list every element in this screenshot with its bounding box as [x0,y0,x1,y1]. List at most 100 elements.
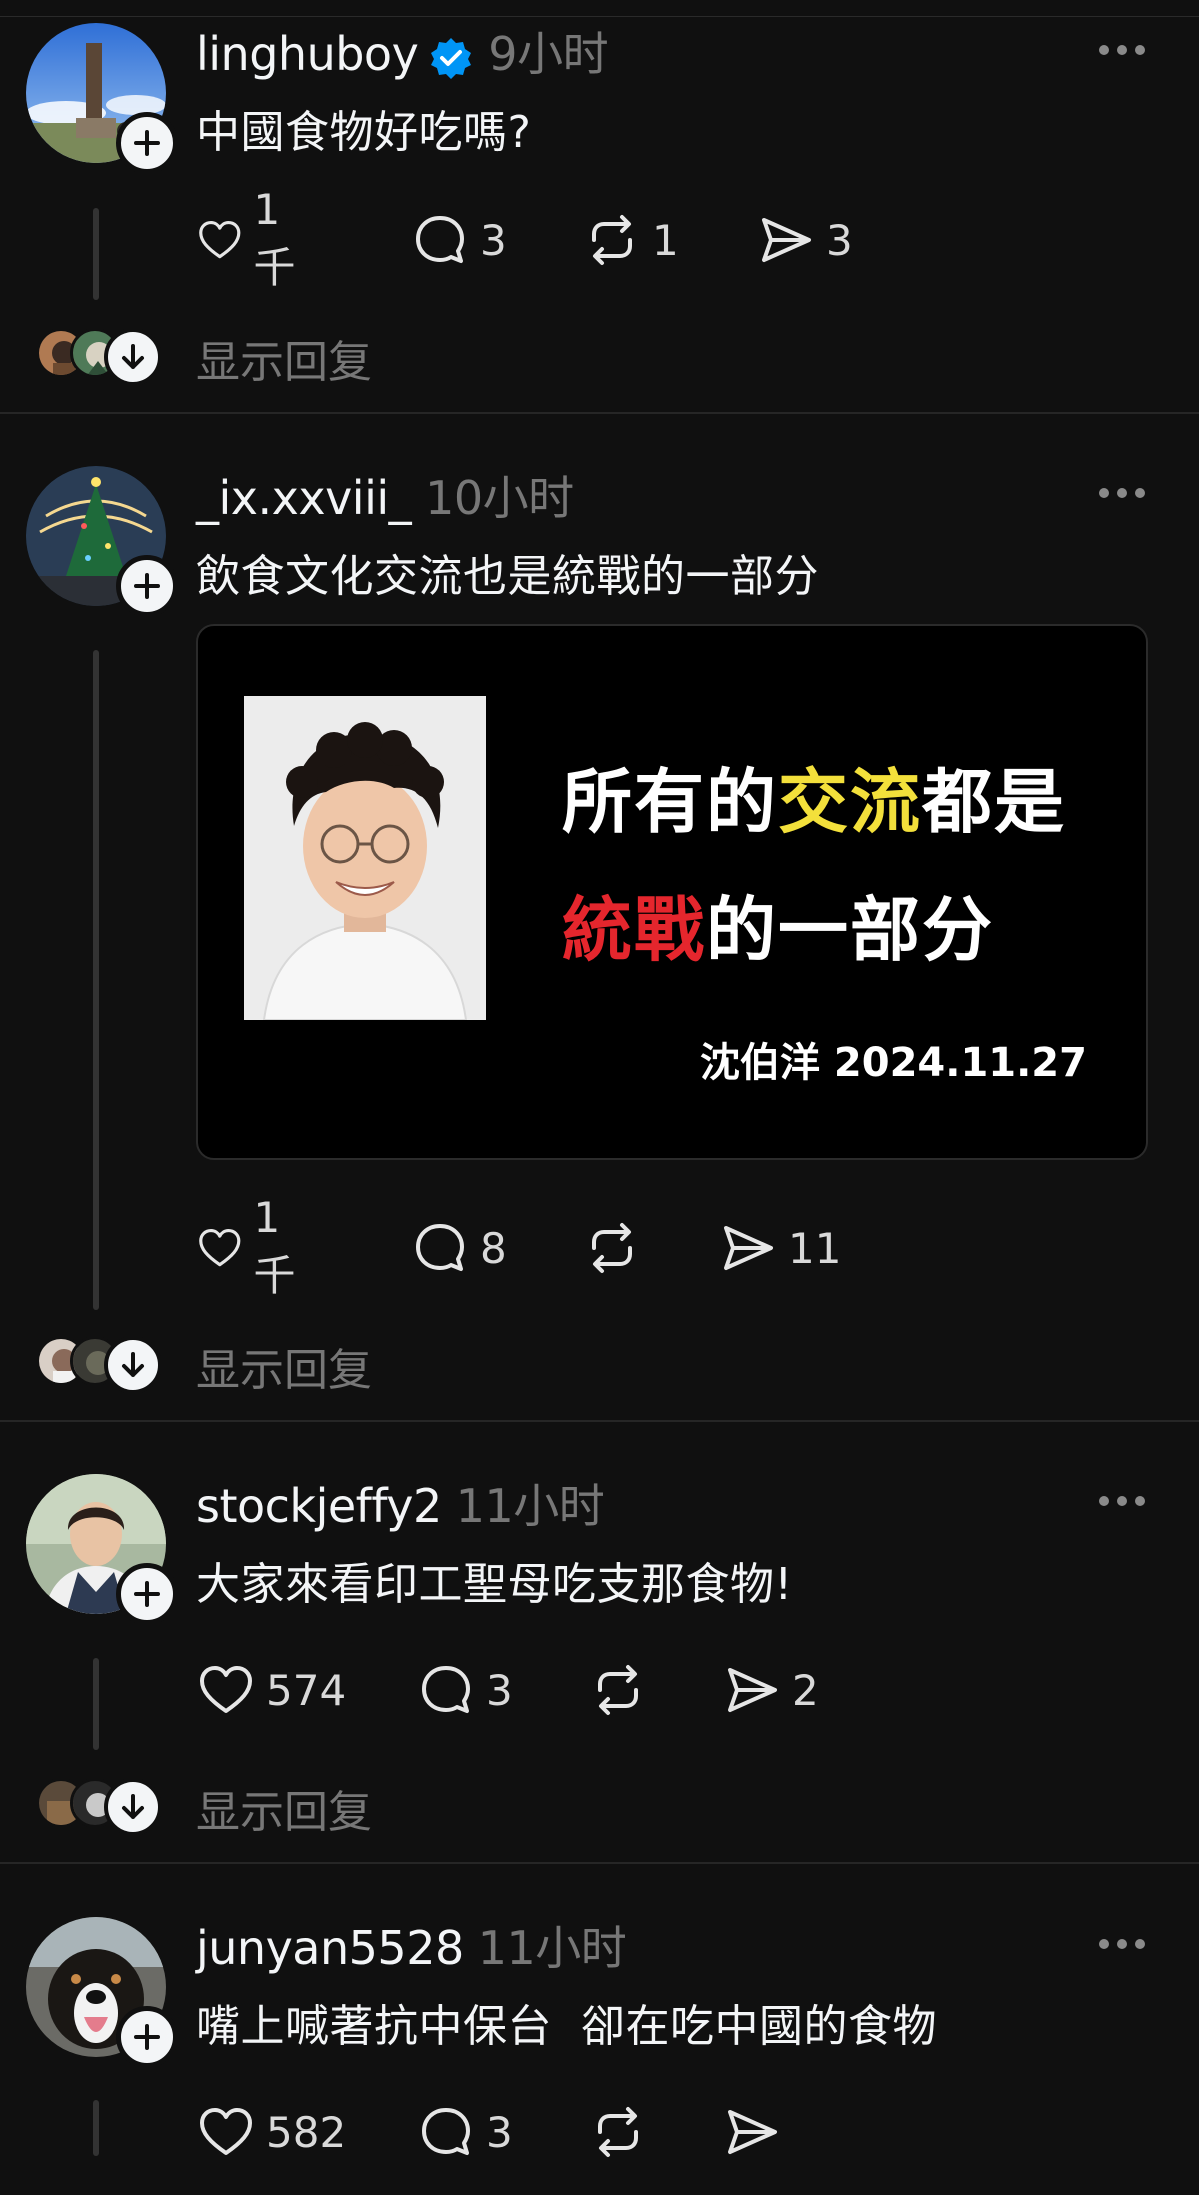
comment-button[interactable]: 3 [410,210,507,270]
more-options-icon[interactable] [1096,42,1148,58]
quote-line-2: 統戰的一部分 [562,874,994,975]
like-button[interactable]: 574 [196,1660,346,1720]
speech-bubble-icon [416,216,464,263]
plus-icon [134,130,160,156]
heart-icon [200,2108,252,2155]
top-divider [0,16,1199,17]
send-icon [728,2110,777,2154]
post-text: 大家來看印工聖母吃支那食物! [196,1559,793,1610]
heart-icon [200,1666,252,1713]
thread-line [93,208,99,300]
share-button[interactable]: 3 [756,210,853,270]
show-replies-arrow[interactable] [104,1336,162,1394]
thread-line [93,650,99,1310]
comment-count: 3 [480,215,507,265]
username[interactable]: _ix.xxviii_ [196,471,412,525]
portrait-photo [244,696,486,1020]
username[interactable]: linghuboy [196,27,419,81]
speech-bubble-icon [422,1666,470,1713]
heart-icon [199,220,241,259]
comment-count: 3 [486,1665,513,1715]
quote-highlight: 統戰 [562,889,706,971]
thread-line [93,1658,99,1750]
plus-icon [134,1581,160,1607]
arrow-down-icon [122,1352,144,1377]
quote-text: 都是 [922,761,1066,843]
more-options-icon[interactable] [1096,1936,1148,1952]
post-image[interactable]: 所有的交流都是 統戰的一部分 沈伯洋 2024.11.27 [196,624,1148,1160]
repost-button[interactable] [588,1660,658,1720]
comment-count: 3 [486,2107,513,2157]
show-replies-arrow[interactable] [104,1778,162,1836]
quote-line-1: 所有的交流都是 [562,746,1066,847]
like-count: 582 [266,2107,347,2157]
post-text: 中國食物好吃嗎? [196,107,532,158]
repost-button[interactable] [588,2102,658,2162]
post-header: stockjeffy2 11小时 [196,1470,605,1536]
post-text: 飲食文化交流也是統戰的一部分 [196,551,819,602]
follow-button[interactable] [116,2006,178,2068]
show-replies-link[interactable]: 显示回复 [196,1334,372,1398]
post-time: 11小时 [477,1921,627,1975]
post-divider [0,1862,1199,1864]
post-time: 11小时 [455,1479,605,1533]
send-icon [728,1668,777,1712]
username[interactable]: junyan5528 [196,1921,464,1975]
show-replies-arrow[interactable] [104,328,162,386]
like-count: 1千 [253,1193,296,1300]
post-divider [0,1420,1199,1422]
comment-button[interactable]: 8 [410,1218,507,1278]
comment-button[interactable]: 3 [416,2102,513,2162]
share-count: 2 [792,1665,819,1715]
share-count: 3 [826,215,853,265]
quote-text: 所有的 [562,761,778,843]
like-button[interactable]: 1千 [196,1193,308,1300]
show-replies-link[interactable]: 显示回复 [196,326,372,390]
post-header: junyan5528 11小时 [196,1912,627,1978]
speech-bubble-icon [422,2108,470,2155]
username[interactable]: stockjeffy2 [196,1479,442,1533]
follow-button[interactable] [116,112,178,174]
share-button[interactable]: 2 [722,1660,819,1720]
post-time: 9小时 [488,27,609,81]
quote-signature: 沈伯洋 2024.11.27 [700,1040,1087,1086]
heart-icon [199,1228,241,1267]
like-button[interactable]: 582 [196,2102,346,2162]
post-time: 10小时 [425,471,574,525]
repost-count: 1 [652,215,679,265]
plus-icon [134,573,160,599]
repost-icon [598,1665,638,1715]
thread-line [93,2100,99,2156]
repost-icon [598,2107,638,2157]
like-count: 1千 [253,185,296,292]
post-text: 嘴上喊著抗中保台 卻在吃中國的食物 [196,2001,937,2052]
arrow-down-icon [122,1794,144,1819]
quote-highlight: 交流 [778,761,922,843]
follow-button[interactable] [116,1563,178,1625]
share-count: 11 [788,1223,842,1273]
comment-count: 8 [480,1223,507,1273]
plus-icon [134,2024,160,2050]
repost-icon [592,215,632,265]
share-button[interactable]: 11 [718,1218,841,1278]
speech-bubble-icon [416,1224,464,1271]
like-button[interactable]: 1千 [196,185,308,292]
comment-button[interactable]: 3 [416,1660,513,1720]
quote-text: 的一部分 [706,889,994,971]
arrow-down-icon [122,344,144,369]
more-options-icon[interactable] [1096,485,1148,501]
repost-icon [592,1223,632,1273]
share-button[interactable] [722,2102,792,2162]
post-divider [0,412,1199,414]
follow-button[interactable] [116,555,178,617]
more-options-icon[interactable] [1096,1493,1148,1509]
post-header: linghuboy 9小时 [196,18,609,84]
send-icon [724,1226,773,1270]
repost-button[interactable]: 1 [582,210,679,270]
send-icon [762,218,811,262]
like-count: 574 [266,1665,347,1715]
post-header: _ix.xxviii_ 10小时 [196,462,574,528]
repost-button[interactable] [582,1218,652,1278]
show-replies-link[interactable]: 显示回复 [196,1776,372,1840]
verified-badge-icon [431,37,472,79]
